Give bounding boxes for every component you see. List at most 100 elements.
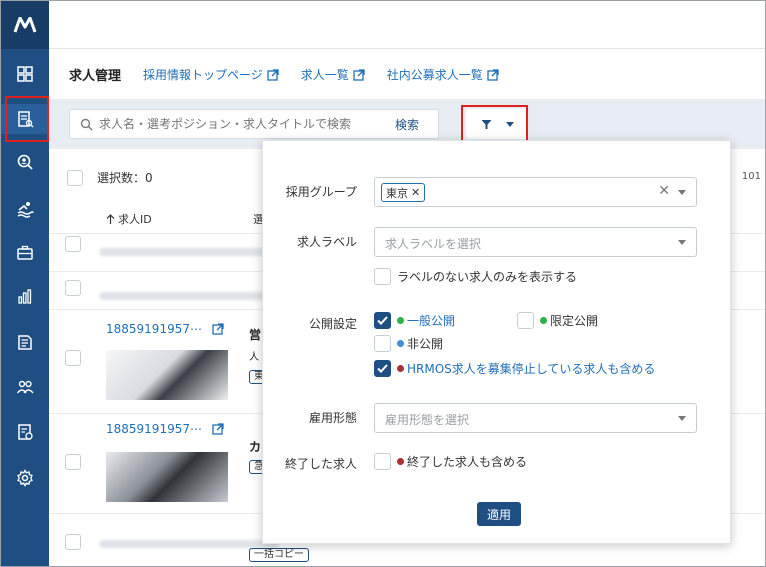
sub-navigation: 求人管理 採用情報トップページ 求人一覧 社内公募求人一覧: [49, 50, 765, 99]
gear-icon: [17, 469, 33, 487]
green-dot-icon: [397, 317, 404, 324]
search-input[interactable]: [99, 117, 389, 131]
external-link-icon: [267, 68, 279, 81]
only-unlabeled-option[interactable]: ラベルのない求人のみを表示する: [374, 268, 577, 285]
row-checkbox[interactable]: [65, 280, 81, 296]
chevron-down-icon: [678, 240, 686, 245]
public-option[interactable]: 一般公開: [374, 312, 455, 329]
sidebar-highlight-frame: [5, 96, 49, 142]
employment-type-select[interactable]: 雇用形態を選択: [374, 403, 697, 433]
include-hrmos-stopped-option[interactable]: HRMOS求人を募集停止している求人も含める: [374, 360, 655, 377]
row-checkbox[interactable]: [65, 454, 81, 470]
include-ended-option[interactable]: 終了した求人も含める: [374, 453, 527, 470]
dashboard-icon: [17, 66, 33, 82]
employment-type-placeholder: 雇用形態を選択: [385, 413, 470, 427]
hiring-group-select[interactable]: 東京 ✕ ✕: [374, 177, 697, 207]
external-link-icon: [487, 68, 499, 81]
hiring-group-chip-label: 東京: [386, 186, 408, 200]
link-job-list[interactable]: 求人一覧: [301, 66, 365, 83]
selected-count: 選択数：0: [97, 171, 153, 185]
apply-button[interactable]: 適用: [477, 502, 521, 526]
bar-chart-icon: [18, 289, 32, 304]
search-button[interactable]: 検索: [376, 110, 438, 138]
clear-icon[interactable]: ✕: [658, 183, 670, 199]
link-internal-job-list[interactable]: 社内公募求人一覧: [387, 66, 499, 83]
search-icon: [80, 118, 93, 130]
swim-icon: [17, 202, 34, 218]
blurred-content: [99, 248, 279, 256]
filter-highlight-frame: [461, 105, 528, 145]
column-header-job-id[interactable]: 求人ID: [106, 211, 152, 227]
external-link-icon: [212, 323, 224, 335]
external-link-icon: [353, 68, 365, 81]
row-checkbox[interactable]: [65, 534, 81, 550]
job-id-link[interactable]: 18859191957⋯: [106, 422, 224, 436]
sidebar: [1, 1, 49, 566]
green-dot-icon: [540, 317, 547, 324]
search-field: 検索: [69, 109, 439, 139]
briefcase-icon: [17, 245, 33, 260]
only-unlabeled-label: ラベルのない求人のみを表示する: [397, 270, 578, 284]
blurred-content: [99, 540, 279, 548]
job-id-text: 18859191957⋯: [106, 422, 202, 436]
hiring-group-label: 採用グループ: [285, 185, 357, 199]
brand-logo[interactable]: [1, 1, 49, 49]
include-hrmos-stopped-label: HRMOS求人を募集停止している求人も含める: [407, 362, 656, 376]
job-label-select[interactable]: 求人ラベルを選択: [374, 227, 697, 257]
top-header: [49, 1, 765, 49]
limited-checkbox[interactable]: [517, 312, 534, 329]
sidebar-item-users[interactable]: [1, 372, 49, 402]
job-id-link[interactable]: 18859191957⋯: [106, 322, 224, 336]
include-hrmos-stopped-checkbox[interactable]: [374, 360, 391, 377]
link-internal-job-list-label: 社内公募求人一覧: [386, 68, 483, 82]
sidebar-item-briefcase[interactable]: [1, 238, 49, 268]
sidebar-item-dashboard[interactable]: [1, 59, 49, 89]
blue-dot-icon: [397, 340, 404, 347]
chevron-down-icon[interactable]: [678, 190, 686, 195]
app-window: 求人管理 採用情報トップページ 求人一覧 社内公募求人一覧 検索 選択数: [0, 0, 766, 567]
job-title: カ: [249, 440, 262, 454]
users-icon: [16, 380, 34, 394]
check-icon: [377, 364, 388, 373]
sidebar-item-reports[interactable]: [1, 282, 49, 312]
private-checkbox[interactable]: [374, 335, 391, 352]
link-careers-top[interactable]: 採用情報トップページ: [143, 66, 279, 83]
bulk-copy-button[interactable]: 一括コピー: [249, 548, 309, 562]
job-thumbnail: [106, 350, 228, 400]
column-header-job-id-label: 求人ID: [118, 213, 152, 226]
publication-label: 公開設定: [308, 317, 357, 331]
employment-type-label: 雇用形態: [308, 411, 357, 425]
public-label: 一般公開: [407, 314, 456, 328]
external-link-icon: [212, 423, 224, 435]
select-all-checkbox[interactable]: [67, 169, 83, 186]
limited-label: 限定公開: [550, 314, 599, 328]
job-label-label: 求人ラベル: [296, 235, 357, 249]
row-checkbox[interactable]: [65, 350, 81, 366]
job-thumbnail: [106, 452, 228, 502]
sidebar-item-swim[interactable]: [1, 194, 49, 224]
only-unlabeled-checkbox[interactable]: [374, 268, 391, 285]
job-id-text: 18859191957⋯: [106, 322, 202, 336]
job-subtitle: 人: [249, 352, 259, 363]
candidate-search-icon: [17, 154, 33, 170]
private-option[interactable]: 非公開: [374, 335, 443, 352]
chip-remove-icon[interactable]: ✕: [411, 186, 420, 199]
row-checkbox[interactable]: [65, 236, 81, 252]
chevron-down-icon: [678, 416, 686, 421]
link-careers-top-label: 採用情報トップページ: [143, 68, 263, 82]
sidebar-item-candidate-search[interactable]: [1, 147, 49, 177]
filter-panel: 採用グループ 東京 ✕ ✕ 求人ラベル 求人ラベルを選択 ラベルのない求人のみを…: [262, 140, 731, 544]
red-dot-icon: [397, 365, 404, 372]
limited-option[interactable]: 限定公開: [517, 312, 598, 329]
include-ended-checkbox[interactable]: [374, 453, 391, 470]
public-checkbox[interactable]: [374, 312, 391, 329]
check-icon: [377, 316, 388, 325]
sidebar-item-checklist[interactable]: [1, 417, 49, 447]
page-title: 求人管理: [69, 69, 122, 84]
sidebar-item-settings[interactable]: [1, 463, 49, 493]
private-label: 非公開: [407, 337, 444, 351]
document-icon: [18, 335, 32, 350]
total-count-fragment: 101: [741, 171, 761, 182]
sidebar-item-documents[interactable]: [1, 327, 49, 357]
red-dot-icon: [397, 458, 404, 465]
